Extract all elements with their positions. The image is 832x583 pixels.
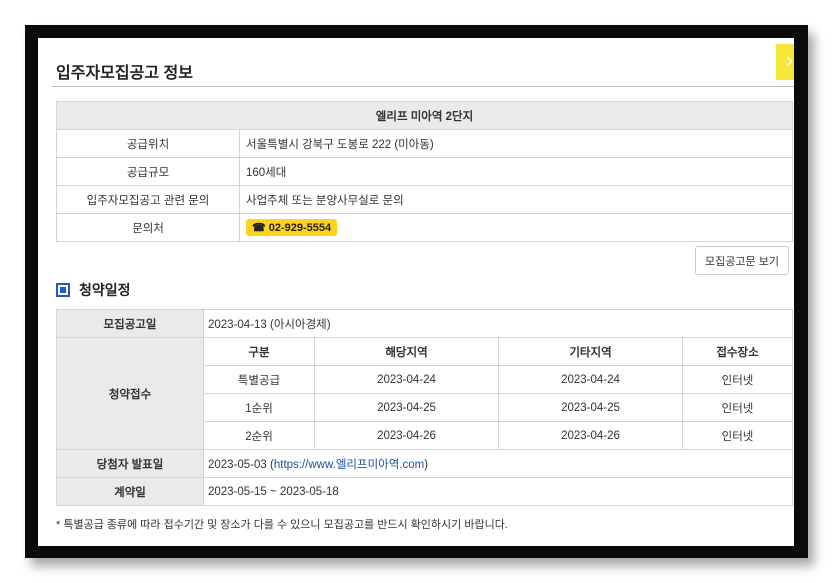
modal-title: 입주자모집공고 정보 bbox=[56, 65, 193, 82]
label-cell: 문의처 bbox=[56, 213, 240, 242]
close-button[interactable]: › bbox=[776, 44, 794, 80]
column-header: 접수장소 bbox=[682, 337, 793, 366]
table-row: 모집공고일 2023-04-13 (아시아경제) bbox=[56, 309, 793, 338]
contract-period: 2023-05-15 ~ 2023-05-18 bbox=[203, 477, 793, 506]
table-row: 공급위치 서울특별시 강북구 도봉로 222 (미아동) bbox=[56, 129, 793, 158]
table-row: 입주자모집공고 관련 문의 사업주체 또는 분양사무실로 문의 bbox=[56, 185, 793, 214]
phone-badge[interactable]: ☎ 02-929-5554 bbox=[246, 219, 338, 236]
complex-info-table: 엘리프 미아역 2단지 공급위치 서울특별시 강북구 도봉로 222 (미아동)… bbox=[56, 101, 793, 242]
winner-date: 2023-05-03 ( bbox=[208, 458, 274, 471]
table-cell: 2023-04-25 bbox=[498, 393, 683, 422]
row-label: 당첨자 발표일 bbox=[56, 449, 204, 478]
winner-announcement: 2023-05-03 (https://www.엘리프미아역.com) bbox=[203, 449, 793, 478]
winner-suffix: ) bbox=[424, 458, 429, 471]
table-cell: 2023-04-25 bbox=[314, 393, 499, 422]
column-header: 구분 bbox=[203, 337, 315, 366]
table-cell: 인터넷 bbox=[682, 365, 793, 394]
table-cell: 1순위 bbox=[203, 393, 315, 422]
row-label: 계약일 bbox=[56, 477, 204, 506]
row-label: 청약접수 bbox=[56, 337, 204, 450]
table-row: 공급규모 160세대 bbox=[56, 157, 793, 186]
table-cell: 2023-04-26 bbox=[498, 421, 683, 450]
complex-name: 엘리프 미아역 2단지 bbox=[56, 101, 793, 130]
table-cell: 특별공급 bbox=[203, 365, 315, 394]
section-title-text: 청약일정 bbox=[79, 282, 131, 298]
section-title: 청약일정 bbox=[56, 280, 131, 300]
website-link[interactable]: https://www.엘리프미아역.com bbox=[274, 459, 424, 471]
table-cell: 인터넷 bbox=[682, 393, 793, 422]
table-cell: 2023-04-24 bbox=[314, 365, 499, 394]
supply-size: 160세대 bbox=[239, 157, 793, 186]
label-cell: 공급위치 bbox=[56, 129, 240, 158]
table-cell: 인터넷 bbox=[682, 421, 793, 450]
table-cell: 2023-04-26 bbox=[314, 421, 499, 450]
row-label: 모집공고일 bbox=[56, 309, 204, 338]
column-header: 기타지역 bbox=[498, 337, 683, 366]
square-bullet-icon bbox=[56, 283, 70, 297]
announcement-date: 2023-04-13 (아시아경제) bbox=[203, 309, 793, 338]
table-row: 엘리프 미아역 2단지 bbox=[56, 101, 793, 130]
schedule-table: 모집공고일 2023-04-13 (아시아경제) 청약접수 구분 해당지역 기타… bbox=[56, 309, 793, 506]
inquiry-note: 사업주체 또는 분양사무실로 문의 bbox=[239, 185, 793, 214]
view-notice-button[interactable]: 모집공고문 보기 bbox=[695, 246, 789, 275]
column-header: 해당지역 bbox=[314, 337, 499, 366]
chevron-right-icon: › bbox=[785, 49, 794, 74]
table-row: 당첨자 발표일 2023-05-03 (https://www.엘리프미아역.c… bbox=[56, 449, 793, 478]
table-row: 청약접수 구분 해당지역 기타지역 접수장소 bbox=[56, 337, 793, 450]
table-cell: 2순위 bbox=[203, 421, 315, 450]
label-cell: 입주자모집공고 관련 문의 bbox=[56, 185, 240, 214]
title-divider bbox=[52, 86, 794, 87]
label-cell: 공급규모 bbox=[56, 157, 240, 186]
supply-location: 서울특별시 강북구 도봉로 222 (미아동) bbox=[239, 129, 793, 158]
table-cell: 2023-04-24 bbox=[498, 365, 683, 394]
modal-panel: › 입주자모집공고 정보 엘리프 미아역 2단지 공급위치 서울특별시 강북구 … bbox=[38, 38, 794, 546]
footnote: * 특별공급 종류에 따라 접수기간 및 장소가 다를 수 있으니 모집공고를 … bbox=[56, 519, 508, 531]
table-row: 계약일 2023-05-15 ~ 2023-05-18 bbox=[56, 477, 793, 506]
table-row: 문의처 ☎ 02-929-5554 bbox=[56, 213, 793, 242]
